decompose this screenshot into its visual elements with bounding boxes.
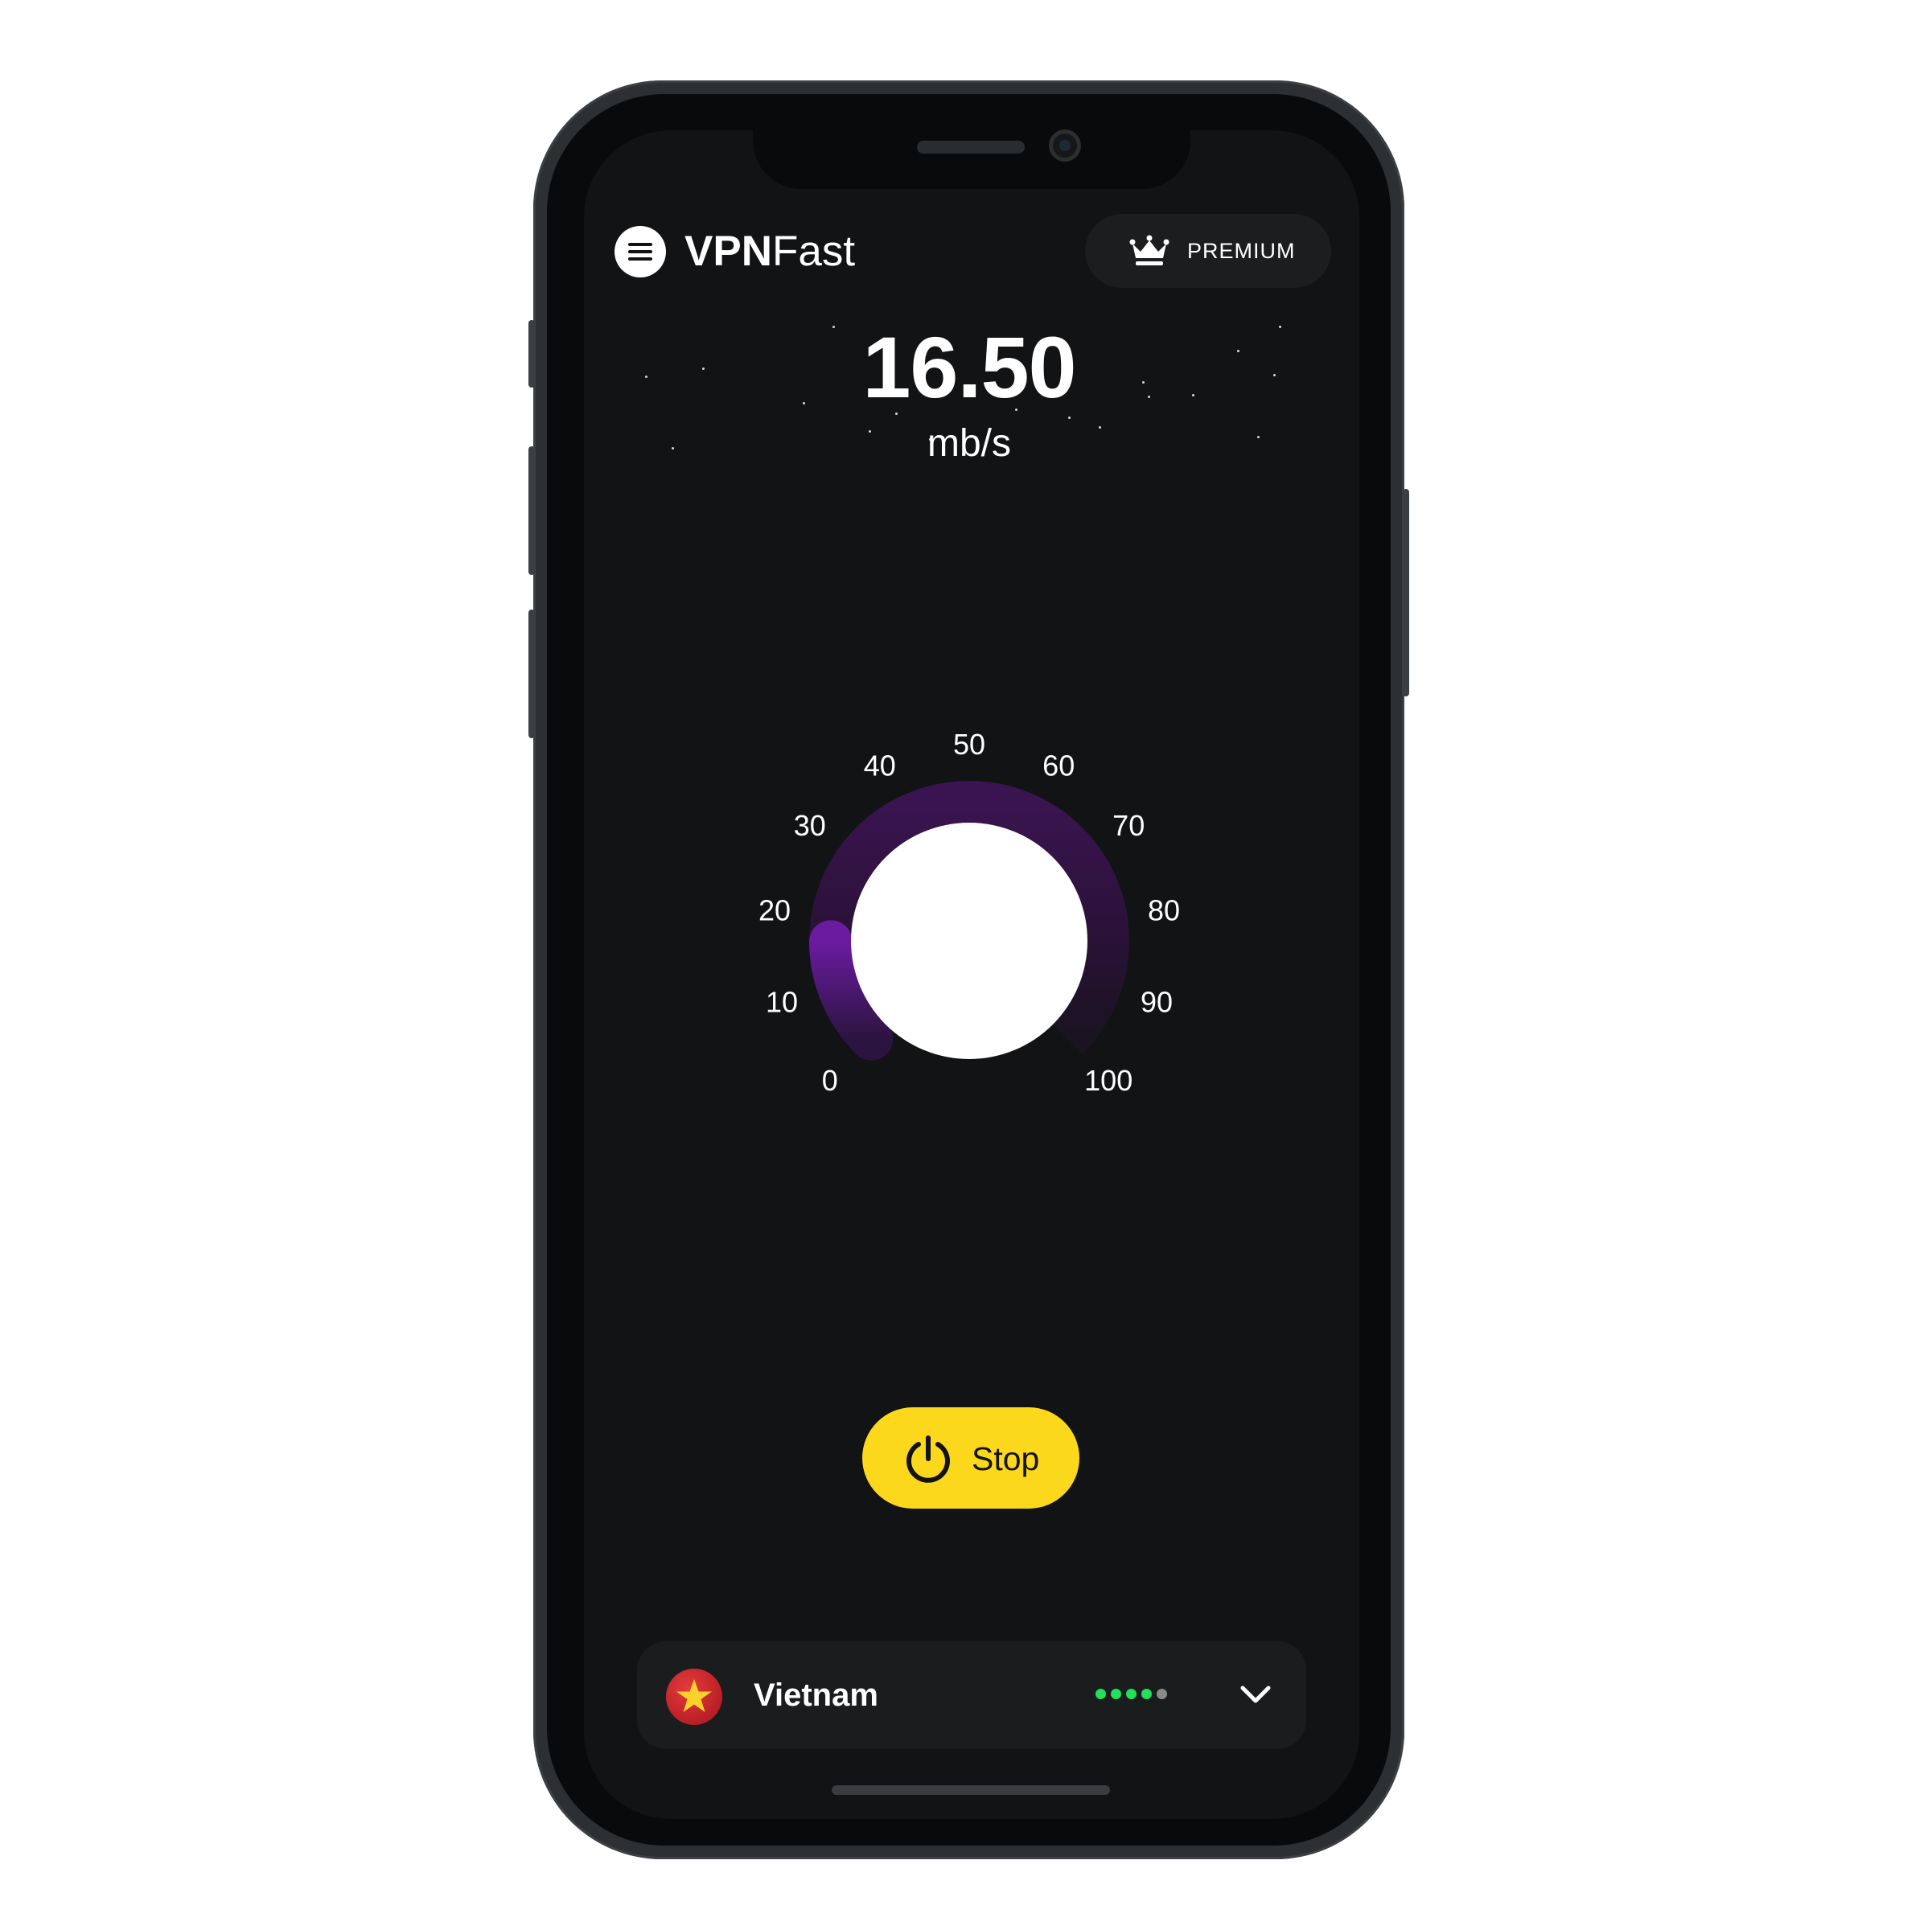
stop-button[interactable] — [862, 1407, 1079, 1509]
speed-unit: mb/s — [927, 422, 1011, 465]
gauge-tick-label: 80 — [1148, 894, 1180, 927]
signal-dot — [1157, 1689, 1167, 1699]
star-decoration — [1099, 426, 1101, 429]
star-decoration — [1192, 394, 1194, 396]
notch — [753, 125, 1190, 189]
menu-line — [628, 250, 652, 253]
vietnam-flag-icon — [666, 1669, 722, 1725]
gauge-tick-label: 90 — [1141, 986, 1173, 1019]
gauge-tick-label: 40 — [864, 749, 896, 782]
stop-label: Stop — [972, 1440, 1040, 1477]
signal-dot — [1095, 1689, 1106, 1699]
earpiece-speaker — [917, 141, 1025, 154]
gauge-tick-label: 100 — [1084, 1064, 1132, 1097]
premium-label: PREMIUM — [1187, 239, 1296, 263]
speed-value: 16.50 — [862, 318, 1076, 416]
star-decoration — [1279, 326, 1281, 328]
gauge-tick-label: 0 — [822, 1064, 838, 1097]
star-decoration — [1237, 350, 1239, 352]
gauge-tick-label: 30 — [794, 809, 826, 842]
menu-line — [628, 243, 652, 246]
country-name: Vietnam — [754, 1677, 878, 1713]
gauge-tick-label: 10 — [766, 986, 798, 1019]
chevron-down-icon[interactable] — [1239, 1681, 1272, 1708]
speed-gauge: 0 10 20 30 40 50 60 70 80 90 100 — [758, 728, 1180, 1097]
gauge-tick-label: 70 — [1112, 809, 1145, 842]
gauge-tick-label: 20 — [758, 894, 791, 927]
star-decoration — [645, 376, 647, 378]
star-decoration — [702, 368, 705, 370]
gauge-center-dial — [851, 823, 1087, 1059]
camera-lens — [1059, 140, 1071, 151]
star-decoration — [1142, 381, 1145, 384]
page: VPNFast PREMIUM 16.50 mb/s 0 10 20 30 40… — [0, 0, 1932, 1930]
star-decoration — [672, 447, 674, 450]
volume-down-button — [528, 610, 535, 738]
location-selector[interactable] — [637, 1641, 1306, 1749]
signal-dot — [1141, 1689, 1152, 1699]
home-indicator — [832, 1785, 1110, 1795]
app-logo: VPNFast — [684, 227, 855, 277]
signal-strength — [1095, 1689, 1168, 1700]
star-decoration — [1257, 436, 1260, 438]
volume-up-button — [528, 446, 535, 575]
gauge-tick-label: 60 — [1042, 749, 1075, 782]
logo-brand-bold: VPN — [684, 228, 772, 275]
menu-line — [628, 257, 652, 261]
star-decoration — [1148, 396, 1150, 398]
power-icon — [906, 1435, 950, 1483]
star-decoration — [1273, 374, 1276, 376]
mute-switch — [528, 320, 535, 388]
crown-icon — [1129, 235, 1169, 265]
logo-brand-regular: Fast — [771, 228, 856, 275]
signal-dot — [1126, 1689, 1137, 1699]
gauge-tick-label: 50 — [953, 728, 985, 761]
power-side-button — [1403, 489, 1409, 696]
signal-dot — [1111, 1689, 1121, 1699]
